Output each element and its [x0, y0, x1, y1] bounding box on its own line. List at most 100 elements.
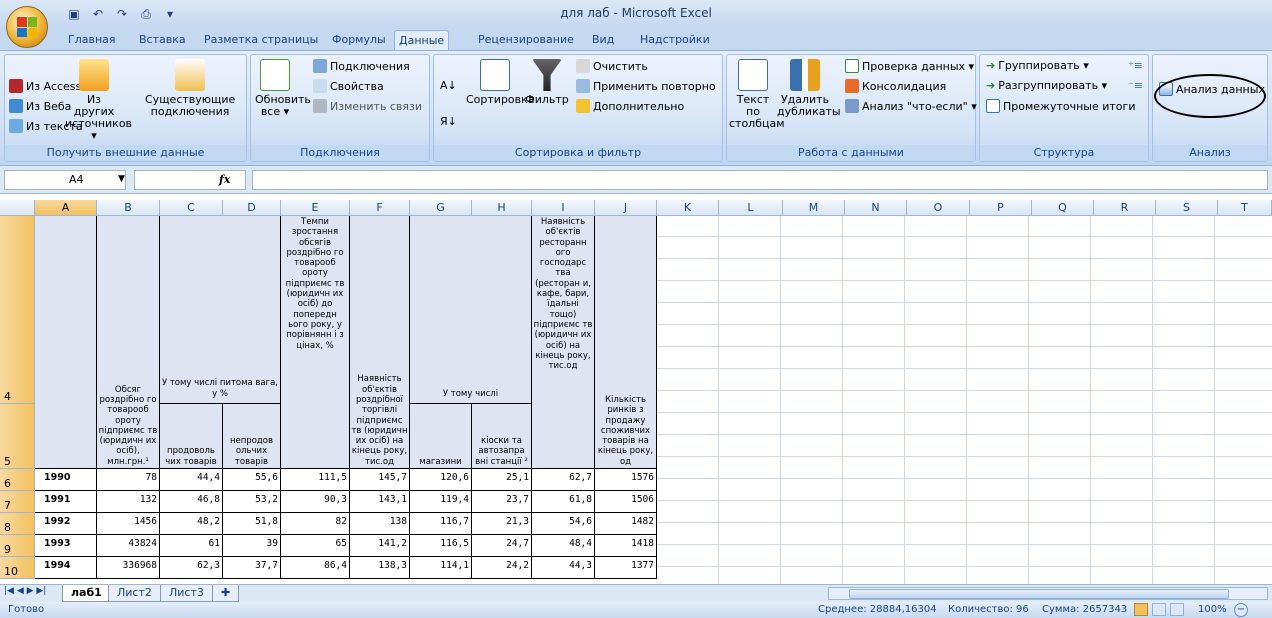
sort-za-button[interactable]: Я↓: [440, 115, 457, 128]
data-cell-e[interactable]: 82: [281, 513, 350, 535]
formula-input[interactable]: [252, 170, 1268, 190]
data-cell-j[interactable]: 1482: [595, 513, 657, 535]
column-header-j[interactable]: J: [595, 200, 657, 216]
header-cell-i[interactable]: Наявність об'єктів ресторанн ого господа…: [532, 216, 595, 469]
column-header-p[interactable]: P: [970, 200, 1032, 216]
data-cell-h[interactable]: 23,7: [472, 491, 532, 513]
data-cell-h[interactable]: 21,3: [472, 513, 532, 535]
properties-button[interactable]: Свойства: [313, 79, 384, 93]
subtotal-button[interactable]: Промежуточные итоги: [986, 99, 1135, 113]
data-cell-c[interactable]: 44,4: [160, 469, 223, 491]
data-cell-e[interactable]: 65: [281, 535, 350, 557]
sort-button[interactable]: Сортировка: [466, 59, 535, 106]
row-header-9[interactable]: 9: [0, 535, 35, 557]
year-cell[interactable]: 1994: [35, 557, 97, 579]
clear-filter-button[interactable]: Очистить: [576, 59, 648, 73]
data-cell-g[interactable]: 116,7: [410, 513, 472, 535]
sheet-nav-arrows[interactable]: |◀ ◀ ▶ ▶|: [4, 586, 46, 596]
data-cell-g[interactable]: 120,6: [410, 469, 472, 491]
data-cell-g[interactable]: 116,5: [410, 535, 472, 557]
data-cell-e[interactable]: 86,4: [281, 557, 350, 579]
column-header-q[interactable]: Q: [1032, 200, 1094, 216]
column-header-b[interactable]: B: [97, 200, 160, 216]
data-cell-h[interactable]: 24,7: [472, 535, 532, 557]
tab-page-layout[interactable]: Разметка страницы: [200, 30, 322, 50]
header-cell-c[interactable]: продоволь чих товарів: [160, 404, 223, 469]
header-cell-d[interactable]: непродов ольчих товарів: [223, 404, 281, 469]
advanced-filter-button[interactable]: Дополнительно: [576, 99, 684, 113]
tab-data[interactable]: Данные: [394, 30, 450, 50]
column-header-k[interactable]: K: [657, 200, 719, 216]
sort-az-button[interactable]: A↓: [440, 79, 457, 92]
header-cell-j[interactable]: Кількість ринків з продажу споживчих тов…: [595, 216, 657, 469]
tab-view[interactable]: Вид: [588, 30, 618, 50]
header-cell-b[interactable]: Обсяг роздрібно го товарооб ороту підпри…: [97, 216, 160, 469]
header-cell-cd[interactable]: У тому числі питома вага, у %: [160, 216, 281, 404]
data-cell-j[interactable]: 1377: [595, 557, 657, 579]
tab-formulas[interactable]: Формулы: [328, 30, 390, 50]
scrollbar-thumb[interactable]: [849, 589, 1229, 599]
show-detail-button[interactable]: ⁺≡: [1128, 59, 1143, 72]
row-header-7[interactable]: 7: [0, 491, 35, 513]
data-cell-f[interactable]: 143,1: [350, 491, 410, 513]
data-cell-d[interactable]: 37,7: [223, 557, 281, 579]
row-header-4[interactable]: 4: [0, 216, 35, 404]
data-cell-i[interactable]: 62,7: [532, 469, 595, 491]
data-cell-e[interactable]: 90,3: [281, 491, 350, 513]
data-cell-b[interactable]: 336968: [97, 557, 160, 579]
filter-button[interactable]: Фильтр: [524, 59, 570, 106]
tab-home[interactable]: Главная: [64, 30, 120, 50]
page-layout-view-icon[interactable]: [1152, 603, 1166, 616]
header-cell-a[interactable]: [35, 216, 97, 469]
data-cell-c[interactable]: 48,2: [160, 513, 223, 535]
edit-links-button[interactable]: Изменить связи: [313, 99, 422, 113]
text-to-columns-button[interactable]: Текст по столбцам: [729, 59, 785, 130]
header-cell-g[interactable]: магазини: [410, 404, 472, 469]
consolidate-button[interactable]: Консолидация: [845, 79, 946, 93]
data-cell-g[interactable]: 114,1: [410, 557, 472, 579]
insert-sheet-icon[interactable]: ✚: [212, 585, 240, 602]
data-cell-b[interactable]: 43824: [97, 535, 160, 557]
data-cell-j[interactable]: 1506: [595, 491, 657, 513]
data-cell-d[interactable]: 53,2: [223, 491, 281, 513]
data-cell-b[interactable]: 78: [97, 469, 160, 491]
data-cell-d[interactable]: 55,6: [223, 469, 281, 491]
hide-detail-button[interactable]: ⁻≡: [1128, 79, 1143, 92]
column-header-n[interactable]: N: [845, 200, 907, 216]
year-cell[interactable]: 1991: [35, 491, 97, 513]
zoom-out-icon[interactable]: −: [1234, 603, 1248, 617]
data-cell-g[interactable]: 119,4: [410, 491, 472, 513]
data-cell-c[interactable]: 61: [160, 535, 223, 557]
remove-duplicates-button[interactable]: Удалить дубликаты: [777, 59, 841, 118]
data-cell-f[interactable]: 138,3: [350, 557, 410, 579]
column-header-a[interactable]: A: [35, 200, 97, 216]
column-header-m[interactable]: M: [783, 200, 845, 216]
sheet-tab-2[interactable]: Лист2: [108, 585, 161, 602]
data-cell-i[interactable]: 54,6: [532, 513, 595, 535]
what-if-analysis-button[interactable]: Анализ "что-если" ▾: [845, 99, 977, 113]
row-header-10[interactable]: 10: [0, 557, 35, 579]
reapply-button[interactable]: Применить повторно: [576, 79, 716, 93]
column-header-r[interactable]: R: [1094, 200, 1156, 216]
tab-addins[interactable]: Надстройки: [636, 30, 714, 50]
column-header-l[interactable]: L: [719, 200, 783, 216]
row-header-6[interactable]: 6: [0, 469, 35, 491]
column-header-i[interactable]: I: [532, 200, 595, 216]
sheet-tab-3[interactable]: Лист3: [160, 585, 213, 602]
data-cell-f[interactable]: 145,7: [350, 469, 410, 491]
column-header-c[interactable]: C: [160, 200, 223, 216]
column-header-e[interactable]: E: [281, 200, 350, 216]
header-cell-f[interactable]: Наявність об'єктів роздрібної торгівлі п…: [350, 216, 410, 469]
year-cell[interactable]: 1990: [35, 469, 97, 491]
year-cell[interactable]: 1992: [35, 513, 97, 535]
data-cell-j[interactable]: 1418: [595, 535, 657, 557]
spreadsheet-grid[interactable]: A B C D E F G H I J K L M N O P Q R S T …: [0, 194, 1272, 584]
name-box[interactable]: A4: [4, 170, 126, 190]
tab-review[interactable]: Рецензирование: [474, 30, 578, 50]
header-cell-gh[interactable]: У тому числі: [410, 216, 532, 404]
data-cell-h[interactable]: 25,1: [472, 469, 532, 491]
column-header-t[interactable]: T: [1218, 200, 1272, 216]
existing-connections-button[interactable]: Существующие подключения: [145, 59, 235, 118]
data-cell-h[interactable]: 24,2: [472, 557, 532, 579]
data-cell-b[interactable]: 1456: [97, 513, 160, 535]
